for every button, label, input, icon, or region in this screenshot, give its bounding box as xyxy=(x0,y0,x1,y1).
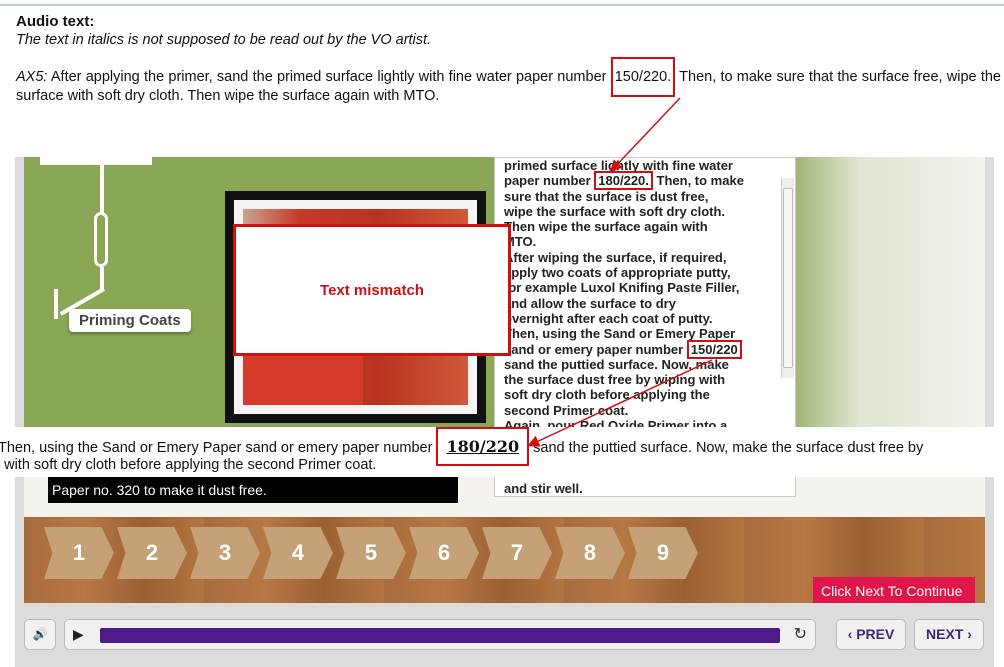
step-button[interactable]: 9 xyxy=(628,527,698,579)
strip-line-2: g with soft dry cloth before applying th… xyxy=(0,457,377,473)
panel-line: After wiping the surface, if required, xyxy=(504,249,727,265)
play-icon[interactable]: ▶ xyxy=(73,626,84,643)
media-bar: ▶ ↻ xyxy=(64,619,816,650)
panel-line: overnight after each coat of putty. xyxy=(504,310,713,326)
panel-highlight-1: 180/220. xyxy=(594,171,653,191)
panel-line: apply two coats of appropriate putty, xyxy=(504,265,731,281)
text-mismatch-callout: Text mismatch xyxy=(233,224,511,356)
speaker-icon[interactable]: 🔊 xyxy=(24,619,56,650)
ax-label: AX5: xyxy=(16,69,48,85)
next-button[interactable]: NEXT › xyxy=(914,619,984,650)
panel-highlight-2: 150/220 xyxy=(686,339,742,359)
panel-line: sure that the surface is dust free, xyxy=(504,188,709,204)
scroll-thumb[interactable] xyxy=(783,188,793,368)
caption-bar: Paper no. 320 to make it dust free. xyxy=(48,475,458,503)
panel-line: wipe the surface with soft dry cloth. xyxy=(504,203,726,219)
panel-line: the surface dust free by wiping with xyxy=(504,372,726,388)
roller-grip xyxy=(94,212,108,267)
panel-line: for example Luxol Knifing Paste Filler, xyxy=(504,280,740,296)
slide-tab xyxy=(40,157,152,165)
panel-bottom-text: and stir well. xyxy=(494,475,796,497)
progress-bar[interactable] xyxy=(100,628,780,643)
replay-icon[interactable]: ↻ xyxy=(794,624,807,644)
step-button[interactable]: 6 xyxy=(409,527,479,579)
roller-arm-vertical xyxy=(54,289,58,319)
panel-line: sand or emery paper number 150/220 xyxy=(504,339,773,359)
panel-scrollbar[interactable] xyxy=(781,178,794,378)
top-divider xyxy=(0,4,1004,6)
click-next-banner: Click Next To Continue xyxy=(813,577,975,603)
player-controls: 🔊 ▶ ↻ ‹ PREV NEXT › xyxy=(24,619,985,655)
step-button[interactable]: 5 xyxy=(336,527,406,579)
roller-arm xyxy=(100,267,104,289)
panel-line: and allow the surface to dry xyxy=(504,295,676,311)
strip-highlight: 180/220 xyxy=(436,427,530,466)
priming-coats-label: Priming Coats xyxy=(69,309,191,332)
audio-text-before: After applying the primer, sand the prim… xyxy=(47,69,611,85)
audio-note: The text in italics is not supposed to b… xyxy=(16,32,432,48)
prev-button[interactable]: ‹ PREV xyxy=(836,619,906,650)
panel-line: second Primer coat. xyxy=(504,402,629,418)
step-button[interactable]: 4 xyxy=(263,527,333,579)
step-button[interactable]: 7 xyxy=(482,527,552,579)
wall-background xyxy=(775,157,985,457)
audio-text-block: Audio text: The text in italics is not s… xyxy=(16,12,1001,106)
step-button[interactable]: 1 xyxy=(44,527,114,579)
progress-fill xyxy=(100,628,780,643)
step-button[interactable]: 2 xyxy=(117,527,187,579)
panel-line: soft dry cloth before applying the xyxy=(504,387,710,403)
panel-line: MTO. xyxy=(504,234,537,250)
audio-highlight: 150/220. xyxy=(610,57,676,97)
panel-line: sand the puttied surface. Now, make xyxy=(504,356,729,372)
audio-paragraph: AX5: After applying the primer, sand the… xyxy=(16,57,1001,106)
step-button[interactable]: 3 xyxy=(190,527,260,579)
audio-title: Audio text: xyxy=(16,13,95,30)
panel-line: Then wipe the surface again with xyxy=(504,219,708,235)
panel-line: paper number 180/220. Then, to make xyxy=(504,171,744,191)
step-button[interactable]: 8 xyxy=(555,527,625,579)
roller-handle xyxy=(100,157,104,217)
strip-line-1: Then, using the Sand or Emery Paper sand… xyxy=(0,427,923,466)
annotation-text-strip: Then, using the Sand or Emery Paper sand… xyxy=(0,427,1004,477)
